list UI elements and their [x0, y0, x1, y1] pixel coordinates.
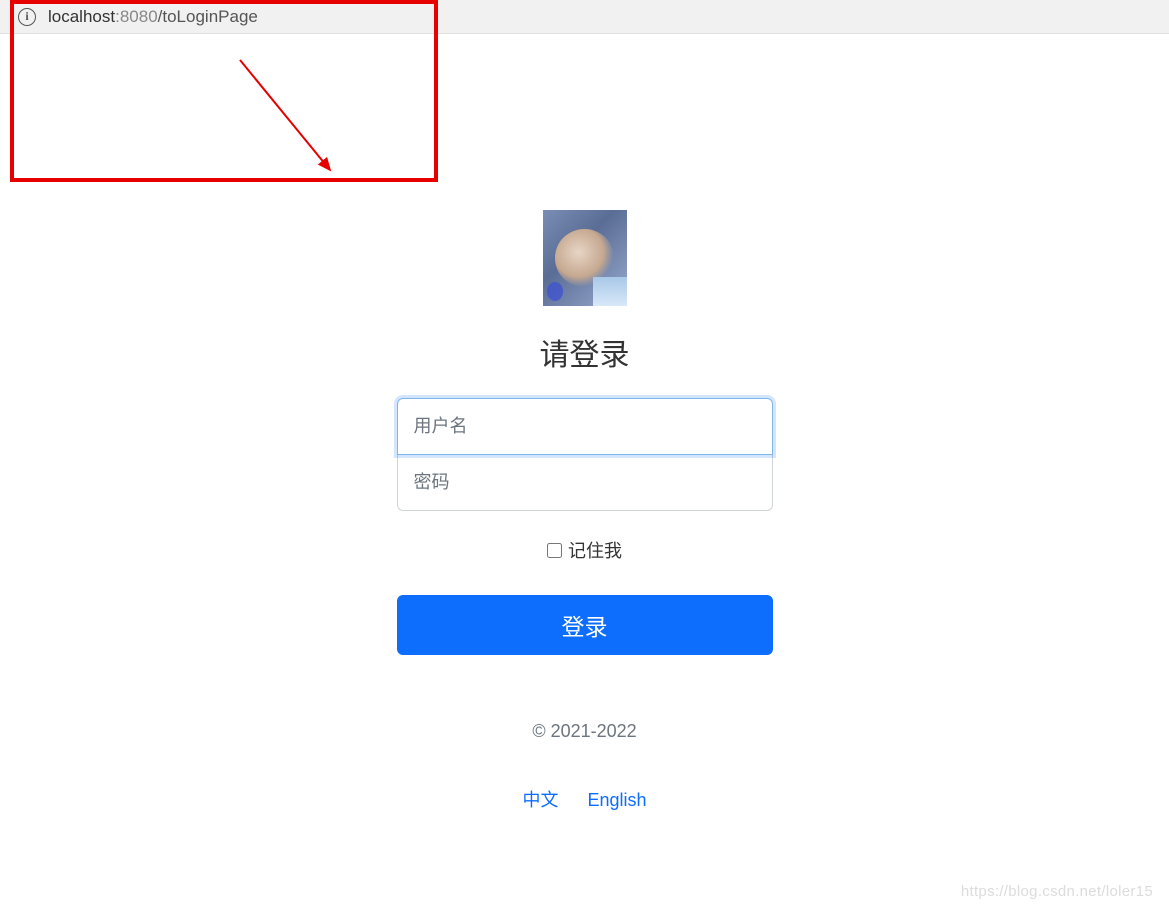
- remember-me-row[interactable]: 记住我: [547, 537, 622, 563]
- lang-link-en[interactable]: English: [587, 790, 646, 810]
- remember-me-checkbox[interactable]: [547, 543, 562, 558]
- avatar: [543, 210, 627, 306]
- login-form: 请登录 记住我 登录 © 2021-2022 中文 English: [395, 210, 775, 812]
- watermark-text: https://blog.csdn.net/loler15: [961, 883, 1153, 900]
- password-input[interactable]: [397, 454, 773, 511]
- info-icon: i: [18, 8, 36, 26]
- url-host: localhost: [48, 7, 115, 26]
- browser-address-bar[interactable]: i localhost:8080/toLoginPage: [0, 0, 1169, 34]
- url-text: localhost:8080/toLoginPage: [48, 7, 258, 27]
- copyright-text: © 2021-2022: [532, 721, 636, 742]
- login-title: 请登录: [540, 330, 630, 374]
- url-port: :8080: [115, 7, 158, 26]
- remember-me-label: 记住我: [568, 537, 622, 563]
- url-path: /toLoginPage: [158, 7, 258, 26]
- lang-link-zh[interactable]: 中文: [522, 790, 558, 810]
- login-button[interactable]: 登录: [397, 595, 773, 655]
- language-switcher: 中文 English: [522, 786, 646, 812]
- username-input[interactable]: [397, 398, 773, 455]
- annotation-arrow-icon: [210, 50, 350, 190]
